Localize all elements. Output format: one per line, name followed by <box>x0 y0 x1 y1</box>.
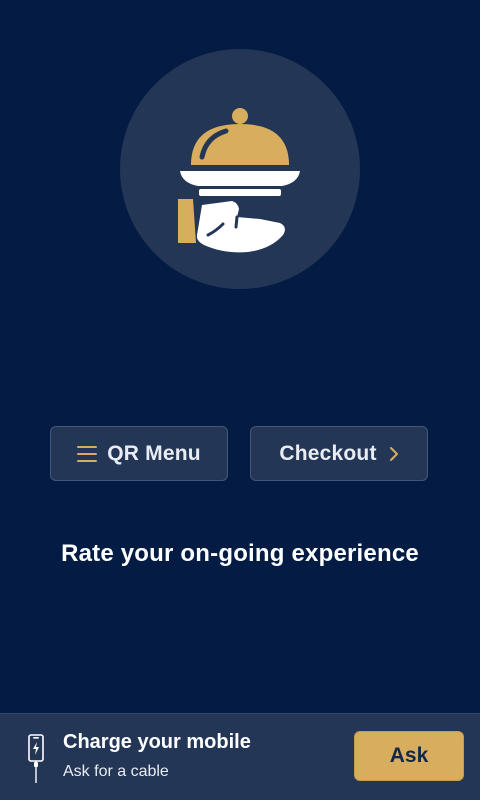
hero-badge <box>120 49 360 289</box>
charge-title: Charge your mobile <box>63 731 251 753</box>
food-service-icon <box>178 108 300 253</box>
chevron-right-icon <box>389 446 399 462</box>
charge-subtitle: Ask for a cable <box>63 763 169 780</box>
charge-banner: Charge your mobile Ask for a cable Ask <box>0 713 480 800</box>
qr-menu-label: QR Menu <box>107 441 201 465</box>
phone-charging-icon <box>24 733 48 790</box>
rate-experience-heading[interactable]: Rate your on-going experience <box>0 540 480 568</box>
menu-lines-icon <box>77 445 98 463</box>
checkout-button[interactable]: Checkout <box>250 426 428 481</box>
ask-button[interactable]: Ask <box>354 731 464 781</box>
qr-menu-button[interactable]: QR Menu <box>50 426 228 481</box>
checkout-label: Checkout <box>279 441 377 465</box>
